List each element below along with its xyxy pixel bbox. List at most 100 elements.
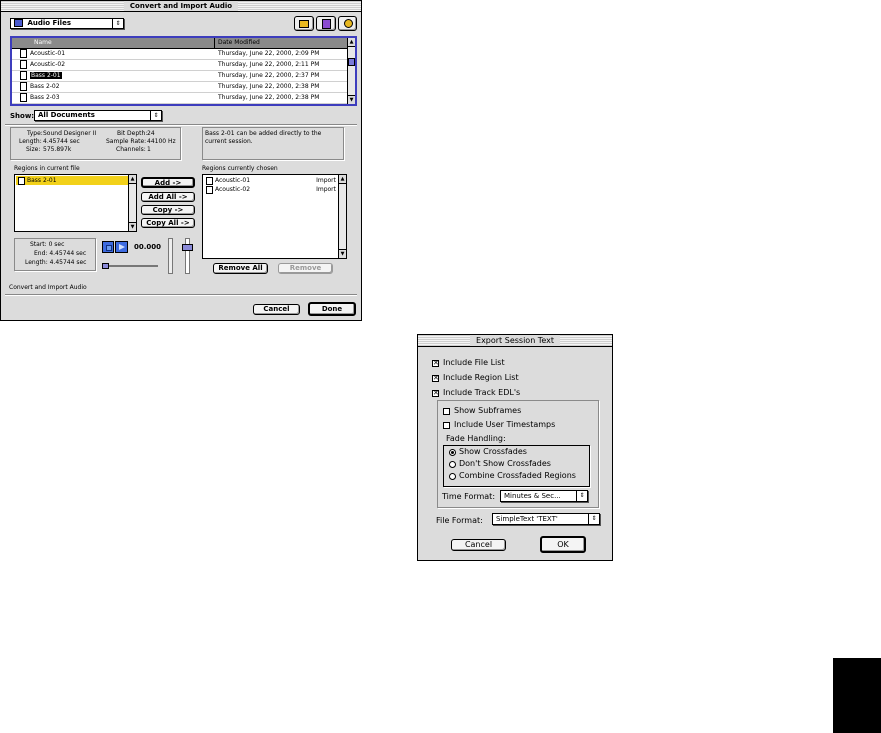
file-date: Thursday, June 22, 2000, 2:38 PM xyxy=(218,94,320,101)
scroll-up-arrow-icon[interactable]: ▲ xyxy=(348,38,355,47)
folder-popup-label: Audio Files xyxy=(27,19,71,27)
file-name: Acoustic-02 xyxy=(30,61,66,68)
include-file-list-checkbox[interactable]: ✕ xyxy=(432,360,439,367)
remove-all-button[interactable]: Remove All xyxy=(213,263,268,274)
copy-button[interactable]: Copy -> xyxy=(141,205,195,215)
show-popup[interactable]: All Documents ⇕ xyxy=(34,110,162,121)
show-popup-label: All Documents xyxy=(38,111,95,119)
include-user-timestamps-checkbox[interactable] xyxy=(443,422,450,429)
file-list[interactable]: Name Date Modified Acoustic-01 Thursday, … xyxy=(10,36,357,106)
time-format-value: Minutes & Sec... xyxy=(504,492,561,500)
include-region-list-label: Include Region List xyxy=(443,373,519,382)
convert-import-dialog: Convert and Import Audio Audio Files ⇕ N… xyxy=(0,0,362,321)
region-icon xyxy=(18,176,25,185)
remove-button[interactable]: Remove xyxy=(278,263,333,274)
slider-track xyxy=(168,238,173,274)
region-name: Bass 2-01 xyxy=(27,177,57,184)
scroll-up-arrow-icon[interactable]: ▲ xyxy=(129,175,136,184)
region-name: Acoustic-01 xyxy=(215,177,251,184)
desktop-button[interactable] xyxy=(294,16,314,31)
show-crossfades-radio[interactable] xyxy=(449,449,456,456)
region-icon xyxy=(206,185,213,194)
file-name: Bass 2-02 xyxy=(30,83,60,90)
gain-slider[interactable] xyxy=(182,238,194,274)
list-item[interactable]: Bass 2-01 xyxy=(16,176,128,185)
recent-button[interactable] xyxy=(338,16,357,31)
cancel-button[interactable]: Cancel xyxy=(451,539,506,551)
scroll-thumb[interactable] xyxy=(348,58,355,66)
scrub-slider[interactable] xyxy=(102,263,158,269)
region-icon xyxy=(206,176,213,185)
show-subframes-checkbox[interactable] xyxy=(443,408,450,415)
title-bar[interactable]: Export Session Text xyxy=(418,335,612,347)
stop-icon xyxy=(106,245,112,251)
popup-arrows-icon: ⇕ xyxy=(576,491,587,501)
include-region-list-checkbox[interactable]: ✕ xyxy=(432,375,439,382)
file-list-scrollbar[interactable]: ▲ ▼ xyxy=(347,38,355,104)
slider-track xyxy=(102,265,158,267)
divider xyxy=(5,124,357,126)
file-name: Bass 2-03 xyxy=(30,94,60,101)
file-format-popup[interactable]: SimpleText 'TEXT' ⇕ xyxy=(492,513,600,525)
add-button[interactable]: Add -> xyxy=(141,177,195,188)
regions-chosen-list[interactable]: Acoustic-01 Import Acoustic-02 Import ▲ … xyxy=(202,174,347,259)
region-action: Import xyxy=(316,186,336,193)
folder-icon xyxy=(14,19,23,27)
audio-file-icon xyxy=(20,71,27,80)
combine-crossfaded-label: Combine Crossfaded Regions xyxy=(459,471,576,480)
message-text: Bass 2-01 can be added directly to the c… xyxy=(205,130,322,145)
time-format-popup[interactable]: Minutes & Sec... ⇕ xyxy=(500,490,588,502)
regions-chosen-scrollbar[interactable]: ▲ ▼ xyxy=(338,175,346,258)
type-value: Sound Designer II xyxy=(43,130,97,137)
combine-crossfaded-radio[interactable] xyxy=(449,473,456,480)
play-icon xyxy=(119,244,125,250)
cancel-button[interactable]: Cancel xyxy=(253,304,300,315)
folder-icon xyxy=(322,19,331,29)
regions-current-list[interactable]: Bass 2-01 ▲ ▼ xyxy=(14,174,137,232)
new-folder-button[interactable] xyxy=(316,16,336,31)
time-format-label: Time Format: xyxy=(442,492,496,501)
audio-file-icon xyxy=(20,60,27,69)
include-track-edls-checkbox[interactable]: ✕ xyxy=(432,390,439,397)
ok-button[interactable]: OK xyxy=(540,536,586,553)
play-button[interactable] xyxy=(115,241,128,253)
size-value: 575.897k xyxy=(43,146,72,153)
column-date-modified[interactable]: Date Modified xyxy=(218,39,260,47)
column-name[interactable]: Name xyxy=(34,39,52,47)
list-item[interactable]: Acoustic-01 Import xyxy=(204,176,338,185)
file-date: Thursday, June 22, 2000, 2:38 PM xyxy=(218,83,320,90)
dont-show-crossfades-radio[interactable] xyxy=(449,461,456,468)
channels-label: Channels: xyxy=(116,146,146,153)
volume-slider[interactable] xyxy=(164,238,178,274)
region-name: Acoustic-02 xyxy=(215,186,251,193)
scroll-down-arrow-icon[interactable]: ▼ xyxy=(339,249,346,258)
clock-icon xyxy=(344,19,353,28)
file-row[interactable]: Bass 2-03 Thursday, June 22, 2000, 2:38 P… xyxy=(12,92,349,104)
folder-popup[interactable]: Audio Files ⇕ xyxy=(10,18,124,29)
show-label: Show: xyxy=(10,112,35,120)
samplerate-label: Sample Rate: xyxy=(106,138,147,145)
scroll-down-arrow-icon[interactable]: ▼ xyxy=(348,95,355,104)
dont-show-crossfades-label: Don't Show Crossfades xyxy=(459,459,551,468)
add-all-button[interactable]: Add All -> xyxy=(141,192,195,202)
type-label: Type: xyxy=(27,130,43,137)
show-subframes-label: Show Subframes xyxy=(454,406,522,415)
length-label: Length: xyxy=(19,138,42,145)
dialog-title: Convert and Import Audio xyxy=(123,1,239,11)
stop-button[interactable] xyxy=(102,241,114,253)
slider-thumb[interactable] xyxy=(102,263,109,269)
audio-file-icon xyxy=(20,93,27,102)
scroll-down-arrow-icon[interactable]: ▼ xyxy=(129,222,136,231)
length-time: Length: 4.45744 sec xyxy=(25,259,87,266)
copy-all-button[interactable]: Copy All -> xyxy=(141,218,195,228)
scroll-up-arrow-icon[interactable]: ▲ xyxy=(339,175,346,184)
size-label: Size: xyxy=(26,146,41,153)
list-item[interactable]: Acoustic-02 Import xyxy=(204,185,338,194)
done-button[interactable]: Done xyxy=(308,302,356,316)
popup-arrows-icon: ⇕ xyxy=(112,19,123,28)
slider-thumb[interactable] xyxy=(182,244,193,251)
regions-current-scrollbar[interactable]: ▲ ▼ xyxy=(128,175,136,231)
export-session-text-dialog: Export Session Text ✕ Include File List … xyxy=(417,334,613,561)
status-text: Convert and Import Audio xyxy=(9,284,87,291)
title-bar[interactable]: Convert and Import Audio xyxy=(1,1,361,12)
